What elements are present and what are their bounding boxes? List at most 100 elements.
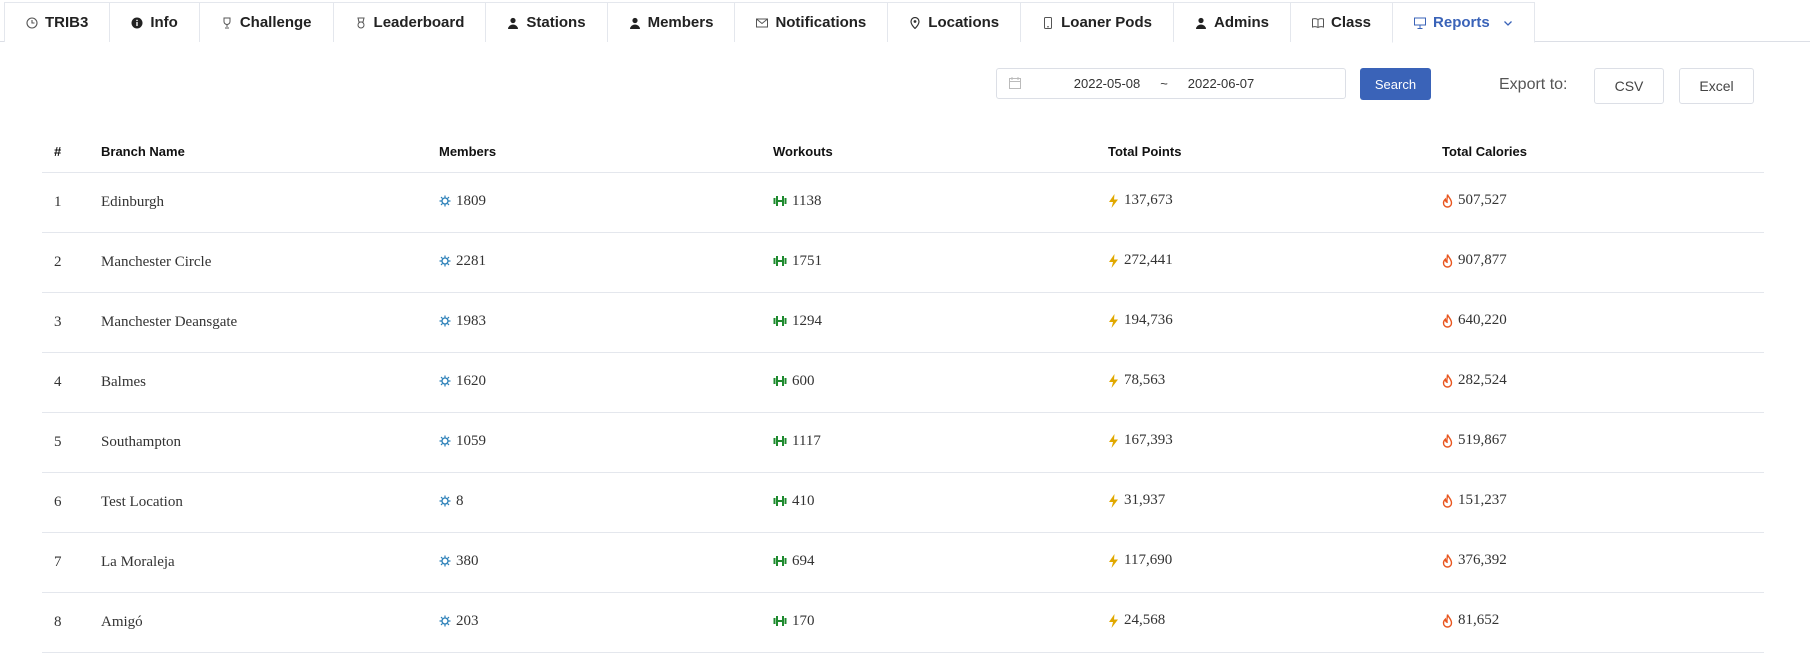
tab-label: TRIB3 — [45, 14, 89, 31]
tab-label: Notifications — [775, 14, 867, 31]
tab-stations[interactable]: Stations — [485, 2, 608, 42]
tab-challenge[interactable]: Challenge — [198, 2, 334, 42]
tab-label: Members — [647, 14, 714, 31]
mail-icon — [756, 16, 769, 30]
index-value: 6 — [54, 494, 62, 510]
trophy-icon — [221, 16, 233, 30]
points-value: 137,673 — [1124, 192, 1173, 209]
lightning-icon — [1108, 613, 1119, 628]
calendar-icon — [1009, 77, 1021, 92]
cell-index: 7 — [42, 532, 89, 593]
calories-value: 507,527 — [1458, 192, 1507, 209]
user-icon — [1195, 16, 1207, 30]
members-value: 1809 — [456, 192, 486, 209]
member-badge-icon — [439, 195, 451, 207]
cell-points: 194,736 — [1096, 292, 1430, 353]
cell-calories: 519,867 — [1430, 412, 1764, 473]
dumbbell-icon — [773, 315, 787, 327]
cell-calories: 507,527 — [1430, 172, 1764, 233]
table-row: 2 Manchester Circle 2281 1751 272,441 907,877 — [42, 232, 1764, 293]
points-value: 24,568 — [1124, 612, 1166, 629]
export-csv-button[interactable]: CSV — [1594, 68, 1664, 104]
members-value: 1059 — [456, 432, 486, 449]
end-date[interactable]: 2022-06-07 — [1171, 76, 1271, 91]
index-value: 3 — [54, 314, 62, 330]
calories-value: 376,392 — [1458, 552, 1507, 569]
date-separator: ~ — [1160, 76, 1168, 91]
tab-admins[interactable]: Admins — [1172, 2, 1291, 42]
cell-members: 1983 — [427, 292, 761, 353]
members-value: 380 — [456, 552, 479, 569]
tab-members[interactable]: Members — [606, 2, 736, 42]
tab-label: Loaner Pods — [1061, 14, 1152, 31]
cell-points: 137,673 — [1096, 172, 1430, 233]
cell-index: 4 — [42, 352, 89, 413]
calories-value: 907,877 — [1458, 252, 1507, 269]
tab-label: Leaderboard — [373, 14, 465, 31]
tab-info[interactable]: Info — [109, 2, 200, 42]
member-badge-icon — [439, 495, 451, 507]
cell-calories: 81,652 — [1430, 592, 1764, 653]
dumbbell-icon — [773, 435, 787, 447]
chevron-down-icon[interactable] — [1503, 18, 1513, 28]
branch-value: La Moraleja — [101, 554, 175, 570]
branch-value: Manchester Circle — [101, 254, 212, 270]
dumbbell-icon — [773, 255, 787, 267]
index-value: 8 — [54, 614, 62, 630]
tab-locations[interactable]: Locations — [887, 2, 1022, 42]
branch-value: Amigó — [101, 614, 143, 630]
cell-members: 2281 — [427, 232, 761, 293]
lightning-icon — [1108, 253, 1119, 268]
table-row: 6 Test Location 8 410 31,937 151,237 — [42, 472, 1764, 533]
column-header-members: Members — [427, 130, 761, 173]
lightning-icon — [1108, 493, 1119, 508]
calories-value: 81,652 — [1458, 612, 1500, 629]
points-value: 167,393 — [1124, 432, 1173, 449]
members-value: 2281 — [456, 252, 486, 269]
tab-bar: TRIB3 Info Challenge Leaderboard Stations Mem… — [0, 0, 1810, 43]
members-value: 8 — [456, 492, 464, 509]
search-button[interactable]: Search — [1360, 68, 1431, 100]
table-row: 1 Edinburgh 1809 1138 137,673 507,527 — [42, 172, 1764, 233]
lightning-icon — [1108, 313, 1119, 328]
calories-value: 640,220 — [1458, 312, 1507, 329]
cell-workouts: 170 — [761, 592, 1096, 653]
medal-icon — [355, 16, 367, 30]
tab-loaner-pods[interactable]: Loaner Pods — [1020, 2, 1174, 42]
location-pin-icon — [909, 16, 921, 30]
tab-leaderboard[interactable]: Leaderboard — [332, 2, 487, 42]
index-value: 7 — [54, 554, 62, 570]
calories-value: 519,867 — [1458, 432, 1507, 449]
cell-points: 31,937 — [1096, 472, 1430, 533]
tab-class[interactable]: Class — [1290, 2, 1394, 42]
cell-workouts: 1294 — [761, 292, 1096, 353]
tab-trib3[interactable]: TRIB3 — [4, 2, 111, 42]
branch-report-table: # Branch Name Members Workouts Total Poi… — [42, 130, 1764, 653]
cell-index: 3 — [42, 292, 89, 353]
calories-value: 151,237 — [1458, 492, 1507, 509]
export-excel-button[interactable]: Excel — [1679, 68, 1754, 104]
tab-reports[interactable]: Reports — [1392, 2, 1535, 43]
branch-value: Southampton — [101, 434, 182, 450]
cell-workouts: 1138 — [761, 172, 1096, 233]
tab-label: Locations — [928, 14, 1000, 31]
tab-notifications[interactable]: Notifications — [734, 2, 889, 42]
branch-value: Edinburgh — [101, 194, 165, 210]
cell-workouts: 600 — [761, 352, 1096, 413]
tab-label: Reports — [1433, 14, 1490, 31]
clock-icon — [26, 16, 38, 30]
cell-members: 8 — [427, 472, 761, 533]
table-row: 5 Southampton 1059 1117 167,393 519,867 — [42, 412, 1764, 473]
table-row: 4 Balmes 1620 600 78,563 282,524 — [42, 352, 1764, 413]
cell-branch: Amigó — [89, 592, 427, 653]
cell-branch: Edinburgh — [89, 172, 427, 233]
cell-branch: La Moraleja — [89, 532, 427, 593]
start-date[interactable]: 2022-05-08 — [1057, 76, 1157, 91]
flame-icon — [1442, 254, 1453, 268]
cell-calories: 907,877 — [1430, 232, 1764, 293]
index-value: 2 — [54, 254, 62, 270]
cell-workouts: 1751 — [761, 232, 1096, 293]
lightning-icon — [1108, 433, 1119, 448]
workouts-value: 600 — [792, 372, 815, 389]
date-range-picker[interactable]: 2022-05-08 ~ 2022-06-07 — [996, 68, 1346, 99]
